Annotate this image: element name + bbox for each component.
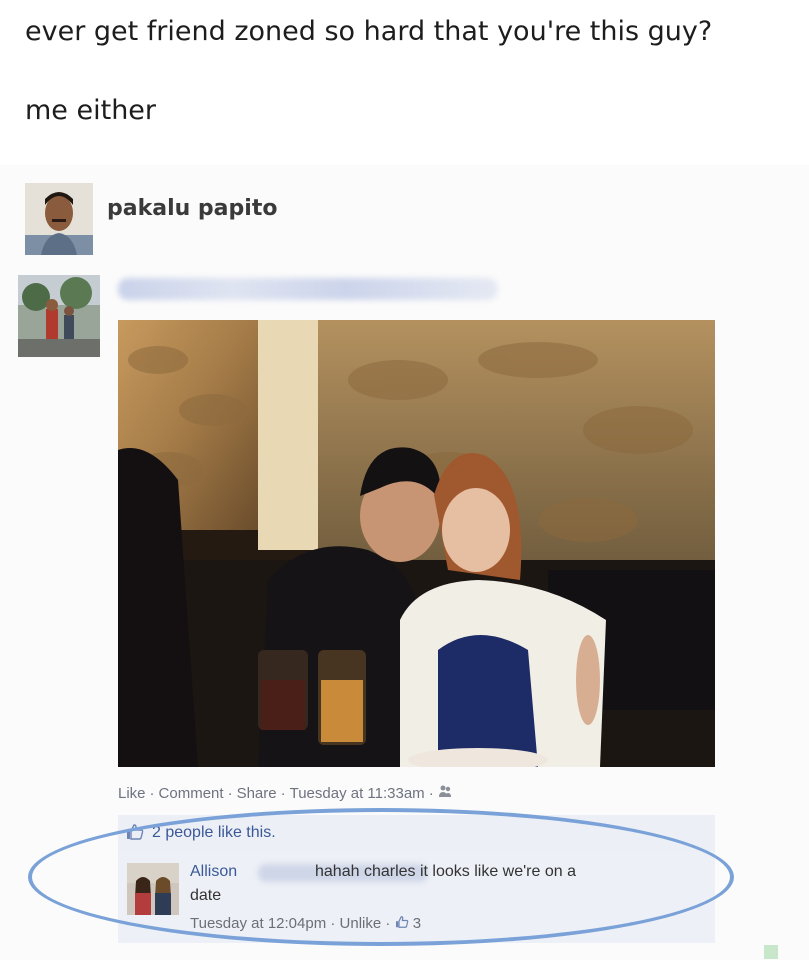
caption-line-1: ever get friend zoned so hard that you'r… bbox=[25, 16, 713, 47]
couple-photo-icon bbox=[118, 320, 715, 767]
highlight-ellipse bbox=[28, 808, 734, 946]
post-photo[interactable] bbox=[118, 320, 715, 767]
post-actions-row: Like · Comment · Share · Tuesday at 11:33am · bbox=[118, 784, 452, 802]
separator: · bbox=[428, 785, 434, 802]
person-photo-icon bbox=[25, 183, 93, 255]
separator: · bbox=[149, 785, 155, 802]
share-link[interactable]: Share bbox=[237, 785, 277, 802]
post-timestamp[interactable]: Tuesday at 11:33am bbox=[290, 785, 425, 802]
group-photo-icon bbox=[18, 275, 100, 357]
tagged-line-blurred bbox=[118, 278, 498, 300]
caption-line-2: me either bbox=[25, 95, 157, 126]
comment-link[interactable]: Comment bbox=[159, 785, 224, 802]
poster-avatar[interactable] bbox=[25, 183, 93, 255]
friends-icon bbox=[438, 785, 452, 802]
separator: · bbox=[227, 785, 233, 802]
like-link[interactable]: Like bbox=[118, 785, 146, 802]
separator: · bbox=[280, 785, 286, 802]
poster-avatar-small[interactable] bbox=[18, 275, 100, 357]
poster-name[interactable]: pakalu papito bbox=[107, 196, 277, 221]
decorative-square bbox=[764, 945, 778, 959]
